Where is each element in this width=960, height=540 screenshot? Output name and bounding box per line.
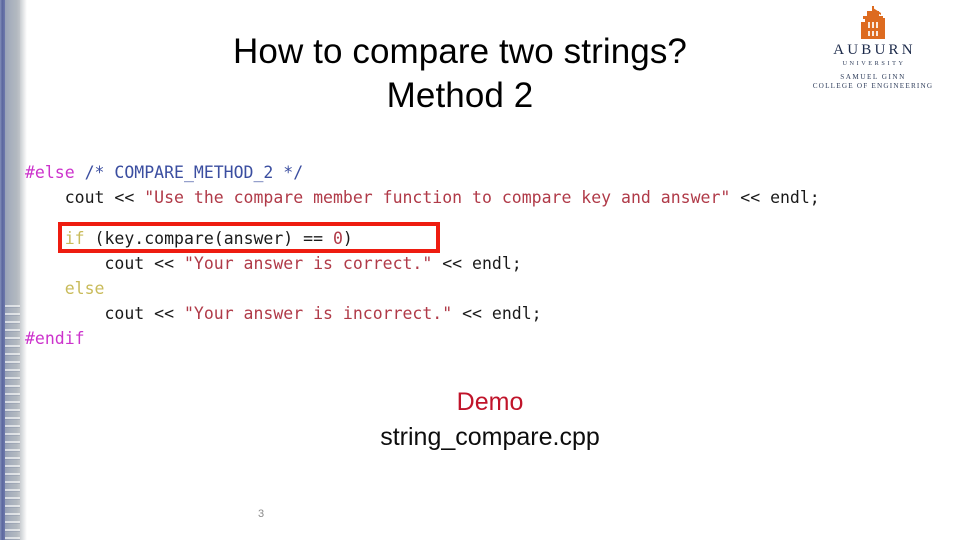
code-token: cout << <box>25 254 184 273</box>
logo-college-line-1: SAMUEL GINN <box>840 73 906 82</box>
line-cout-correct: cout << "Your answer is correct." << end… <box>25 251 960 276</box>
logo-university-name: AUBURN <box>833 42 916 58</box>
code-token: cout << <box>25 304 184 323</box>
code-token: "Use the compare member function to comp… <box>144 188 731 207</box>
auburn-university-logo: AUBURN UNIVERSITY SAMUEL GINN COLLEGE OF… <box>800 6 946 91</box>
line-blank <box>25 210 960 226</box>
code-token: #else <box>25 163 75 182</box>
line-endif: #endif <box>25 326 960 351</box>
page-number: 3 <box>258 508 265 520</box>
page-title-line-2: Method 2 <box>386 76 534 115</box>
code-token: /* COMPARE_METHOD_2 */ <box>84 163 304 182</box>
code-token: ) <box>342 229 353 248</box>
code-token: << endl; <box>432 254 522 273</box>
demo-section: Demo string_compare.cpp <box>330 386 650 454</box>
line-cout-use: cout << "Use the compare member function… <box>25 185 960 210</box>
code-token: "Your answer is correct." <box>183 254 433 273</box>
code-token: << endl; <box>452 304 542 323</box>
code-token: "Your answer is incorrect." <box>183 304 453 323</box>
logo-university-subtitle: UNIVERSITY <box>842 60 906 67</box>
auburn-tower-icon <box>800 6 946 40</box>
demo-label: Demo <box>456 388 524 416</box>
code-token: 0 <box>332 229 343 248</box>
code-token: #endif <box>25 329 85 348</box>
page-title: How to compare two strings? Method 2 <box>150 30 770 118</box>
slide-canvas: How to compare two strings? Method 2 AUB… <box>0 0 960 540</box>
demo-filename: string_compare.cpp <box>380 423 600 451</box>
code-token: << endl; <box>730 188 820 207</box>
code-token: else <box>64 279 105 298</box>
code-token: cout << <box>25 188 145 207</box>
line-else-kw: else <box>25 276 960 301</box>
line-else: #else /* COMPARE_METHOD_2 */ <box>25 160 960 185</box>
logo-college-line-2: COLLEGE OF ENGINEERING <box>812 82 934 91</box>
page-title-line-1: How to compare two strings? <box>233 32 687 71</box>
code-snippet: #else /* COMPARE_METHOD_2 */ cout << "Us… <box>25 160 960 351</box>
code-token: (key.compare(answer) == <box>84 229 333 248</box>
line-cout-incorrect: cout << "Your answer is incorrect." << e… <box>25 301 960 326</box>
line-if: if (key.compare(answer) == 0) <box>25 226 960 251</box>
slide-left-decoration <box>0 0 27 540</box>
code-token: if <box>64 229 85 248</box>
